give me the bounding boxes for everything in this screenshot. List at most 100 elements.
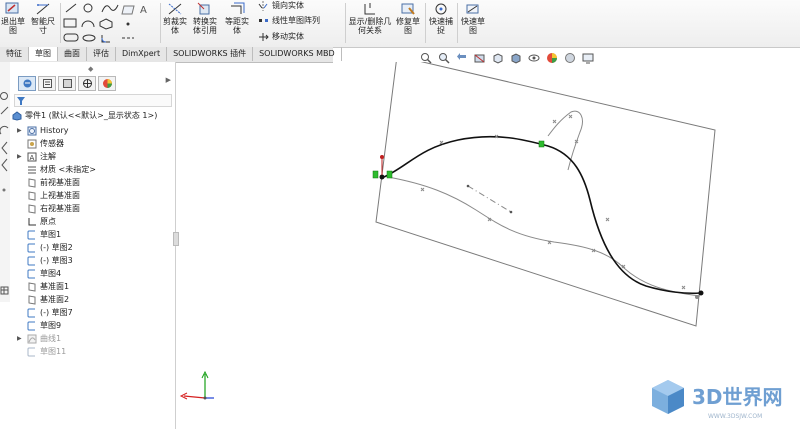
tree-item-front-plane[interactable]: 前视基准面 — [27, 176, 80, 189]
strip-grid-icon[interactable] — [0, 286, 9, 295]
tab-dimxpert-manager[interactable] — [78, 76, 96, 91]
text-icon[interactable]: A — [140, 5, 147, 16]
tree-item-origin[interactable]: 原点 — [27, 215, 56, 228]
tab-feature-manager[interactable] — [18, 76, 36, 91]
offset-entities-icon — [231, 2, 245, 14]
circle-icon[interactable] — [83, 3, 93, 13]
panel-grip[interactable]: ◆ — [88, 65, 93, 73]
tree-item-label: History — [40, 126, 69, 135]
tree-item-sketch7[interactable]: (-) 草图7 — [27, 306, 73, 319]
tree-item-history[interactable]: History — [27, 124, 68, 137]
tree-root-label: 零件1 (默认<<默认>_显示状态 1>) — [25, 111, 158, 120]
tree-item-plane1[interactable]: 基准面1 — [27, 280, 69, 293]
line-icon[interactable] — [65, 3, 77, 13]
tree-item-sketch4[interactable]: 草图4 — [27, 267, 61, 280]
quick-snaps-button[interactable]: 快速捕捉 — [428, 2, 454, 35]
tree-item-right-plane[interactable]: 右视基准面 — [27, 202, 80, 215]
strip-line-icon[interactable] — [0, 106, 9, 115]
tab-features[interactable]: 特征 — [0, 47, 29, 61]
offset-entities-button[interactable]: 等距实体 — [222, 2, 252, 35]
strip-chevron-icon[interactable] — [1, 158, 8, 172]
construction-end-point[interactable] — [695, 295, 699, 299]
mirror-entities-button[interactable]: 镜向实体 — [258, 0, 304, 11]
tab-surfaces[interactable]: 曲面 — [58, 47, 87, 61]
spline-start-point[interactable] — [379, 174, 385, 180]
expand-arrow[interactable]: ▶ — [17, 335, 22, 342]
tab-display-manager[interactable] — [98, 76, 116, 91]
repair-sketch-button[interactable]: 修复草图 — [395, 2, 421, 35]
arc-icon[interactable] — [81, 20, 95, 28]
spline-tangent-handle[interactable] — [380, 155, 384, 159]
panel-collapse-arrow[interactable]: ▶ — [166, 76, 171, 94]
endpoint-relation-marker[interactable] — [372, 170, 379, 179]
tree-item-top-plane[interactable]: 上视基准面 — [27, 189, 80, 202]
tree-item-sketch3[interactable]: (-) 草图3 — [27, 254, 73, 267]
tree-item-curve1[interactable]: 曲线1 — [27, 332, 61, 345]
trim-entities-label: 剪裁实体 — [163, 17, 187, 35]
tab-property-manager[interactable] — [38, 76, 56, 91]
dimxpert-icon — [82, 79, 92, 88]
plane-sketch-icon[interactable] — [121, 5, 135, 15]
centerline-endpoint[interactable] — [466, 184, 470, 188]
strip-point-icon[interactable] — [2, 188, 6, 192]
tab-dimxpert[interactable]: DimXpert — [116, 47, 168, 61]
spline-end-point[interactable] — [698, 290, 704, 296]
tree-item-sketch1[interactable]: 草图1 — [27, 228, 61, 241]
tree-item-material[interactable]: 材质 <未指定> — [27, 163, 96, 176]
tree-item-sensors[interactable]: 传感器 — [27, 137, 64, 150]
linear-pattern-button[interactable]: 线性草图阵列 — [258, 15, 320, 26]
tree-item-label: 草图4 — [40, 269, 62, 278]
rapid-sketch-label: 快速草图 — [461, 17, 485, 35]
plane-icon — [28, 294, 36, 305]
polygon-icon[interactable] — [99, 18, 113, 30]
tree-item-sketch9[interactable]: 草图9 — [27, 319, 61, 332]
ribbon-divider — [160, 3, 161, 43]
tab-sketch[interactable]: 草图 — [29, 47, 58, 61]
tree-item-label: 草图11 — [40, 347, 67, 356]
tree-item-plane2[interactable]: 基准面2 — [27, 293, 69, 306]
graphics-area[interactable] — [176, 62, 800, 429]
filter-icon — [17, 97, 25, 105]
convert-entities-button[interactable]: 转换实体引用 — [191, 2, 219, 35]
repair-sketch-icon — [401, 3, 415, 15]
centerline-endpoint[interactable] — [509, 210, 513, 214]
spline-handle-ticks — [420, 114, 686, 290]
fillet-icon[interactable] — [101, 35, 110, 43]
exit-sketch-button[interactable]: 退出草图 — [0, 2, 26, 35]
tab-configuration-manager[interactable] — [58, 76, 76, 91]
tab-solidworks-addins[interactable]: SOLIDWORKS 插件 — [167, 47, 254, 61]
centerline[interactable] — [467, 185, 512, 213]
rapid-sketch-button[interactable]: 快速草图 — [460, 2, 486, 35]
ribbon-divider — [457, 3, 458, 43]
main-spline[interactable] — [383, 135, 701, 295]
exit-sketch-label: 退出草图 — [1, 17, 25, 35]
expand-arrow[interactable]: ▶ — [17, 153, 22, 160]
trim-entities-button[interactable]: 剪裁实体 — [162, 2, 188, 35]
tree-filter-input[interactable] — [14, 94, 172, 107]
spline-icon[interactable] — [101, 4, 119, 13]
convert-entities-icon — [197, 2, 210, 15]
construction-spline-lower[interactable] — [387, 176, 701, 297]
tab-evaluate[interactable]: 评估 — [87, 47, 116, 61]
rectangle-icon[interactable] — [63, 18, 77, 28]
coincident-relation-marker[interactable] — [538, 140, 545, 148]
sketch-icon — [27, 256, 35, 265]
tree-item-sketch11[interactable]: 草图11 — [27, 345, 66, 358]
tree-item-sketch2[interactable]: (-) 草图2 — [27, 241, 73, 254]
strip-circle-icon[interactable] — [0, 92, 8, 100]
strip-chevron-icon[interactable] — [1, 141, 8, 155]
display-relations-button[interactable]: 显示/删除几何关系 — [348, 2, 392, 35]
endpoint-relation-marker[interactable] — [386, 170, 393, 179]
expand-arrow[interactable]: ▶ — [17, 127, 22, 134]
point-icon[interactable] — [126, 22, 130, 26]
strip-arc-icon[interactable] — [0, 125, 9, 135]
tree-root-part[interactable]: 零件1 (默认<<默认>_显示状态 1>) — [12, 109, 157, 122]
reference-plane[interactable] — [375, 62, 716, 327]
feature-manager-panel: ◆ ▶ 零件1 (默认<<默认>_显示状态 1>) ▶ History 传感器 … — [10, 62, 179, 429]
tab-solidworks-mbd[interactable]: SOLIDWORKS MBD — [253, 47, 342, 61]
ellipse-icon[interactable] — [82, 34, 96, 42]
move-entities-button[interactable]: 移动实体 — [258, 31, 304, 42]
tree-item-annotations[interactable]: A 注解 — [27, 150, 56, 163]
slot-icon[interactable] — [63, 33, 79, 42]
smart-dimension-button[interactable]: 智能尺寸 — [28, 2, 58, 35]
